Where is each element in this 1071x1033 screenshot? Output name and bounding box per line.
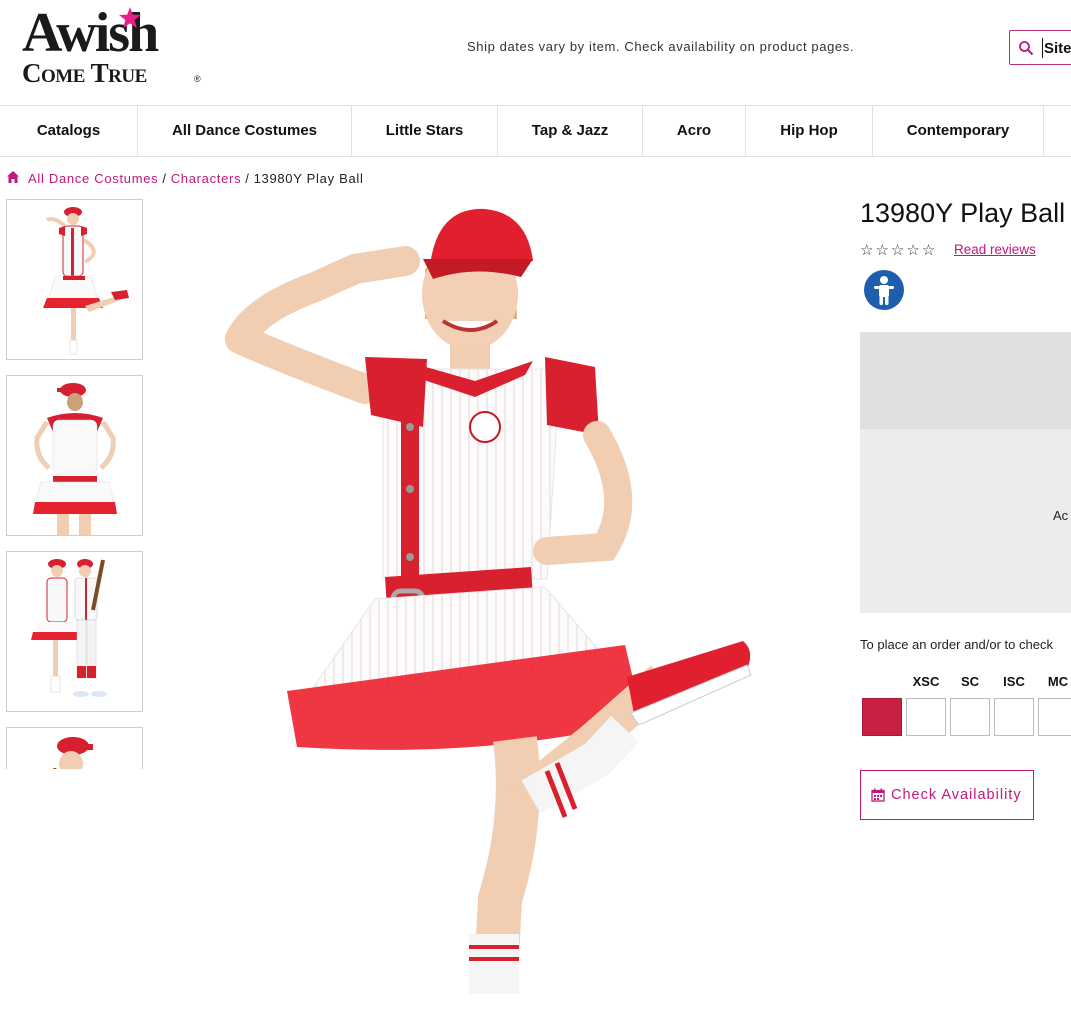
site-logo[interactable]: Awish Come True ®	[22, 4, 207, 88]
thumbnail-front-image	[43, 207, 129, 355]
breadcrumb-current: 13980Y Play Ball	[253, 171, 364, 186]
thumbnail-strip	[6, 199, 143, 769]
nav-item-acro[interactable]: Acro	[643, 106, 746, 156]
nav-item-all-dance-costumes[interactable]: All Dance Costumes	[138, 106, 352, 156]
quantity-box-mc[interactable]	[1038, 698, 1071, 736]
check-availability-label: Check Availability	[891, 787, 1022, 803]
nav-item-hip-hop[interactable]: Hip Hop	[746, 106, 873, 156]
breadcrumb-all-dance-costumes[interactable]: All Dance Costumes	[28, 171, 158, 186]
size-header-xsc: XSC	[912, 674, 940, 689]
thumbnail-closeup-image	[53, 737, 93, 769]
size-header-sc: SC	[960, 674, 980, 689]
product-info-panel-top	[860, 332, 1071, 429]
size-header-isc: ISC	[1003, 674, 1025, 689]
nav-item-tap-jazz[interactable]: Tap & Jazz	[498, 106, 643, 156]
logo-registered-mark: ®	[194, 74, 201, 84]
quantity-box-isc[interactable]	[994, 698, 1034, 736]
quantity-box-xsc[interactable]	[906, 698, 946, 736]
search-icon[interactable]	[1018, 40, 1034, 56]
main-product-image[interactable]	[195, 199, 795, 996]
logo-star-icon	[119, 7, 141, 28]
nav-item-little-stars[interactable]: Little Stars	[352, 106, 498, 156]
logo-line-2: Come True	[22, 58, 147, 88]
site-header: Awish Come True ® Ship dates vary by ite…	[0, 0, 1071, 105]
star-rating: ☆☆☆☆☆	[860, 242, 938, 259]
product-title: 13980Y Play Ball	[860, 198, 1066, 228]
quantity-box-sc[interactable]	[950, 698, 990, 736]
main-nav: Catalogs All Dance Costumes Little Stars…	[0, 105, 1071, 157]
check-availability-button[interactable]: Check Availability	[860, 770, 1034, 820]
color-swatch-red[interactable]	[862, 698, 902, 736]
nav-item-contemporary[interactable]: Contemporary	[873, 106, 1044, 156]
home-icon[interactable]	[6, 170, 20, 184]
search-box[interactable]	[1009, 30, 1071, 65]
main-product-photo	[225, 208, 752, 996]
thumbnail-back-image	[33, 383, 117, 535]
calendar-icon	[871, 788, 885, 802]
thumbnail-front[interactable]	[6, 199, 143, 360]
ship-notice: Ship dates vary by item. Check availabil…	[467, 39, 855, 54]
order-note: To place an order and/or to check	[860, 637, 1053, 652]
nav-item-catalogs[interactable]: Catalogs	[0, 106, 138, 156]
thumbnail-back[interactable]	[6, 375, 143, 536]
breadcrumb-characters[interactable]: Characters	[171, 171, 242, 186]
thumbnail-closeup[interactable]	[6, 727, 143, 769]
read-reviews-link[interactable]: Read reviews	[954, 242, 1036, 257]
product-info-panel-text: Ac	[1053, 508, 1069, 523]
search-input[interactable]	[1042, 38, 1071, 58]
child-age-icon	[864, 270, 904, 310]
thumbnail-pair-image	[31, 559, 107, 697]
breadcrumb-separator: /	[162, 171, 167, 186]
breadcrumb-separator: /	[245, 171, 250, 186]
breadcrumb: All Dance Costumes / Characters/13980Y Pla…	[6, 170, 364, 186]
size-header-mc: MC	[1047, 674, 1069, 689]
product-info-panel-bottom	[860, 429, 1071, 613]
thumbnail-pair[interactable]	[6, 551, 143, 712]
